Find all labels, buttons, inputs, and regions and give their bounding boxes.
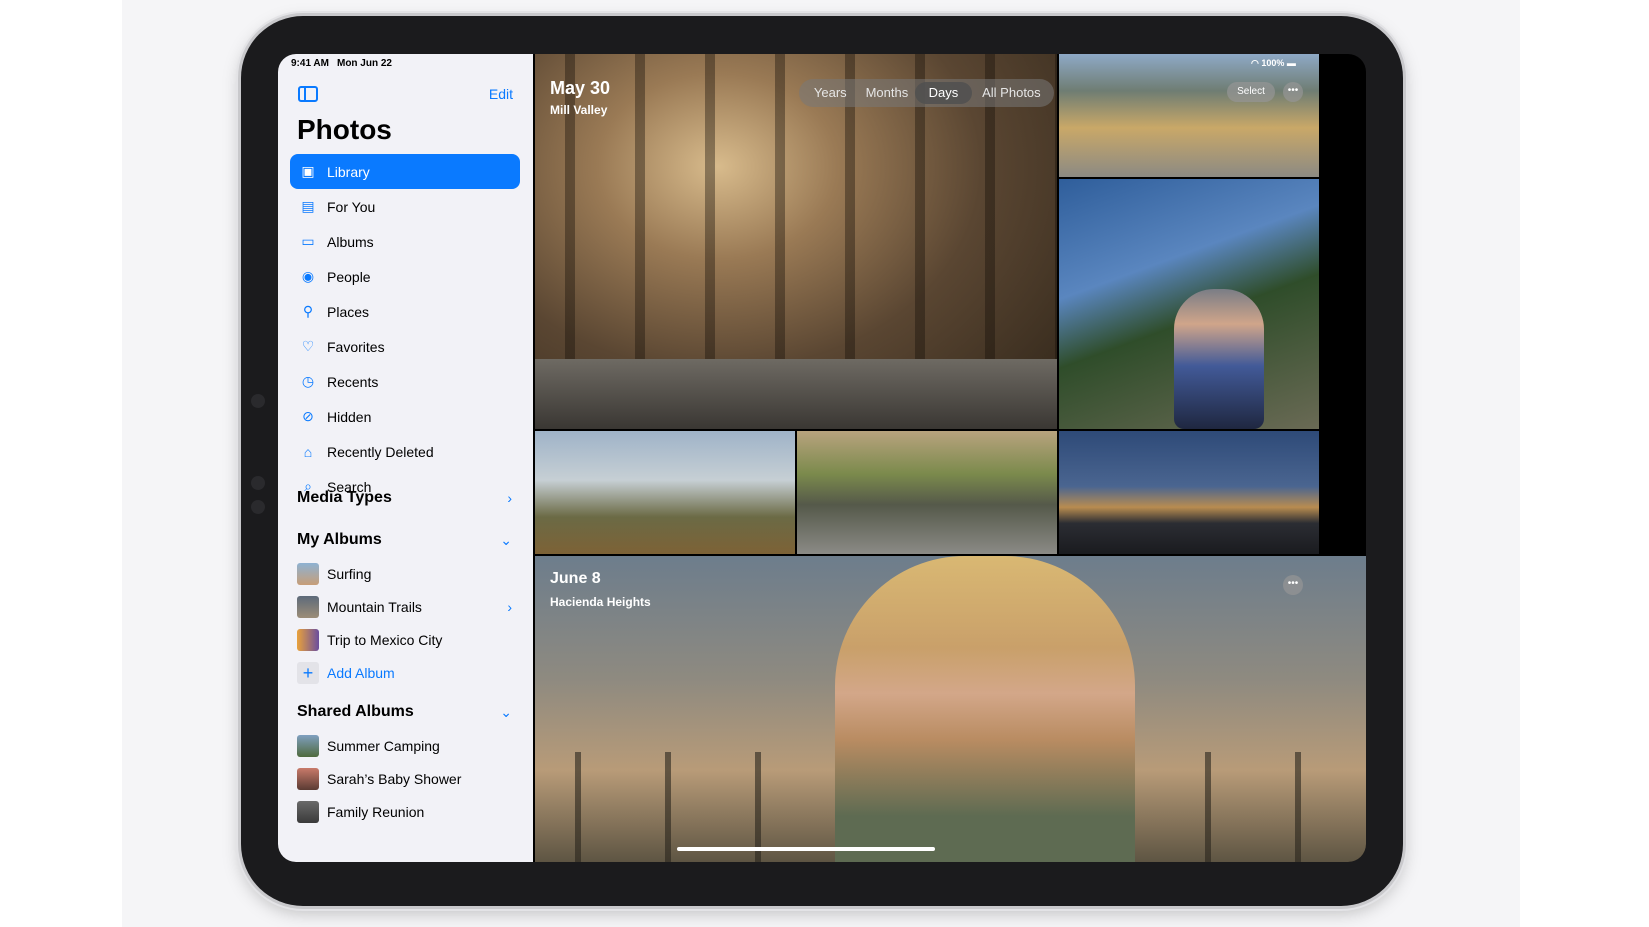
section-location: Mill Valley <box>550 103 608 117</box>
album-summer-camping[interactable]: Summer Camping <box>297 732 512 760</box>
sidebar-item-label: Favorites <box>327 338 385 355</box>
people-icon: ◉ <box>301 268 315 284</box>
wifi-icon: ◠ <box>1251 58 1262 68</box>
album-thumbnail <box>297 596 319 618</box>
page-title: Photos <box>297 114 392 145</box>
segment-months[interactable]: Months <box>859 82 916 104</box>
section-my-albums[interactable]: My Albums ⌄ <box>297 529 512 551</box>
sidebar: 9:41 AM Mon Jun 22 Edit Photos ▣ Library ▤… <box>278 54 533 862</box>
album-thumbnail <box>297 801 319 823</box>
more-icon[interactable]: ••• <box>1283 82 1303 102</box>
edit-button[interactable]: Edit <box>489 86 513 102</box>
chevron-right-icon: › <box>507 599 512 615</box>
sidebar-item-hidden[interactable]: ⊘ Hidden <box>290 399 520 434</box>
home-indicator[interactable] <box>677 847 935 851</box>
plus-icon: + <box>297 662 319 684</box>
add-album-label: Add Album <box>327 665 395 681</box>
photo-foggy-hills[interactable] <box>535 431 795 554</box>
status-time: 9:41 AM <box>291 58 329 69</box>
photo-forest-cyclists[interactable] <box>535 54 1057 429</box>
album-sarahs-baby-shower[interactable]: Sarah’s Baby Shower <box>297 765 512 793</box>
sidebar-item-recents[interactable]: ◷ Recents <box>290 364 520 399</box>
sidebar-item-library[interactable]: ▣ Library <box>290 154 520 189</box>
section-title: Media Types <box>297 489 392 506</box>
album-label: Trip to Mexico City <box>327 632 443 648</box>
places-icon: ⚲ <box>302 303 314 319</box>
photo-cyclist-silhouettes[interactable] <box>1059 431 1319 554</box>
sidebar-item-label: People <box>327 268 371 285</box>
album-thumbnail <box>297 629 319 651</box>
section-shared-albums[interactable]: Shared Albums ⌄ <box>297 701 512 723</box>
hidden-eye-icon: ⊘ <box>302 408 314 424</box>
sidebar-item-people[interactable]: ◉ People <box>290 259 520 294</box>
chevron-down-icon: ⌄ <box>500 531 512 548</box>
album-label: Mountain Trails <box>327 599 422 615</box>
album-label: Family Reunion <box>327 804 425 820</box>
more-icon[interactable]: ••• <box>1283 575 1303 595</box>
sensor-icon <box>251 500 265 514</box>
album-thumbnail <box>297 563 319 585</box>
sensor-icon <box>251 476 265 490</box>
sidebar-item-recently-deleted[interactable]: ⌂ Recently Deleted <box>290 434 520 469</box>
sidebar-toggle-icon[interactable] <box>298 86 318 102</box>
sidebar-item-albums[interactable]: ▭ Albums <box>290 224 520 259</box>
segment-days[interactable]: Days <box>915 82 972 104</box>
section-date: June 8 <box>550 570 601 587</box>
library-icon: ▣ <box>301 163 315 179</box>
sidebar-item-label: Library <box>327 163 370 180</box>
view-segmented-control: Years Months Days All Photos <box>799 79 1054 107</box>
album-label: Surfing <box>327 566 372 582</box>
status-bar-left: 9:41 AM Mon Jun 22 <box>291 58 400 69</box>
status-bar-right: ◠ 100% ▬ <box>1251 58 1296 69</box>
trash-icon: ⌂ <box>303 443 313 460</box>
status-date: Mon Jun 22 <box>336 58 392 69</box>
clock-icon: ◷ <box>301 373 315 389</box>
battery-percent: 100% <box>1261 58 1285 68</box>
chevron-right-icon: › <box>507 490 512 506</box>
heart-icon: ♡ <box>301 338 315 354</box>
album-label: Summer Camping <box>327 738 440 754</box>
sidebar-nav: ▣ Library ▤ For You ▭ Albums ◉ People ⚲ Place… <box>290 154 520 504</box>
chevron-down-icon: ⌄ <box>500 703 512 720</box>
segment-years[interactable]: Years <box>802 82 859 104</box>
camera-icon <box>251 394 265 408</box>
photo-hillside-road[interactable] <box>1059 54 1319 177</box>
photo-cyclist-portrait[interactable] <box>1059 179 1319 429</box>
photo-woman-portrait[interactable] <box>535 556 1366 862</box>
battery-icon: ▬ <box>1284 58 1296 68</box>
album-trip-to-mexico-city[interactable]: Trip to Mexico City <box>297 626 512 654</box>
section-date: May 30 <box>550 78 611 98</box>
section-title: Shared Albums <box>297 703 414 720</box>
album-family-reunion[interactable]: Family Reunion <box>297 798 512 826</box>
album-surfing[interactable]: Surfing <box>297 560 512 588</box>
albums-icon: ▭ <box>301 233 315 249</box>
segment-all-photos[interactable]: All Photos <box>972 82 1051 104</box>
section-title: My Albums <box>297 531 382 548</box>
sidebar-item-places[interactable]: ⚲ Places <box>290 294 520 329</box>
sidebar-item-for-you[interactable]: ▤ For You <box>290 189 520 224</box>
select-button[interactable]: Select <box>1227 82 1275 102</box>
sidebar-item-label: Places <box>327 303 370 320</box>
sidebar-item-label: Recents <box>327 373 379 390</box>
album-mountain-trails[interactable]: Mountain Trails › <box>297 593 512 621</box>
ipad-screen: 9:41 AM Mon Jun 22 Edit Photos ▣ Library ▤… <box>278 54 1366 862</box>
photo-road-cyclists[interactable] <box>797 431 1057 554</box>
section-location: Hacienda Heights <box>550 595 651 609</box>
sidebar-item-label: Hidden <box>327 408 372 425</box>
add-album-button[interactable]: + Add Album <box>297 659 512 687</box>
for-you-icon: ▤ <box>301 198 315 214</box>
sidebar-item-label: For You <box>327 198 376 215</box>
sidebar-item-label: Recently Deleted <box>327 443 434 460</box>
album-label: Sarah’s Baby Shower <box>327 771 462 787</box>
sidebar-item-label: Albums <box>327 233 374 250</box>
section-media-types[interactable]: Media Types › <box>297 487 512 509</box>
album-thumbnail <box>297 768 319 790</box>
sidebar-item-favorites[interactable]: ♡ Favorites <box>290 329 520 364</box>
album-thumbnail <box>297 735 319 757</box>
